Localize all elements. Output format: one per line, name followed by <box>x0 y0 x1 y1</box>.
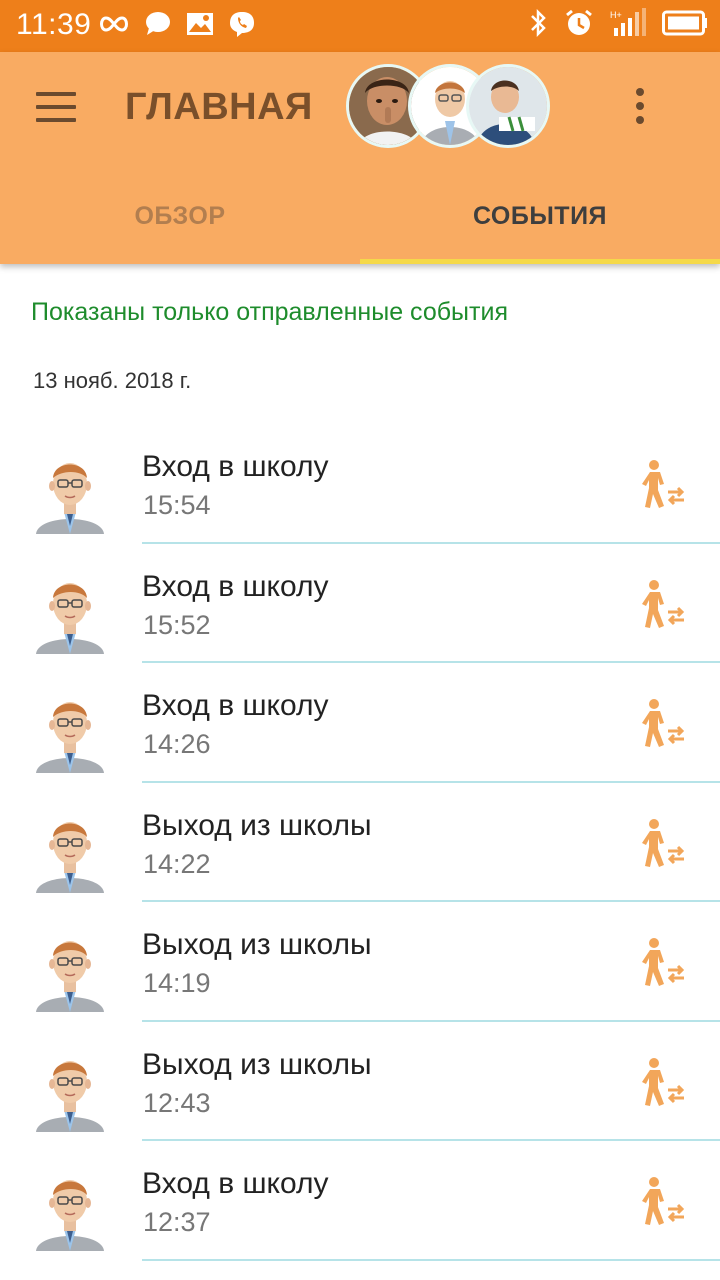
date-header: 13 нояб. 2018 г. <box>33 368 192 393</box>
event-row[interactable]: Вход в школу 15:54 <box>0 424 720 544</box>
page-title: ГЛАВНАЯ <box>125 86 313 128</box>
child-avatar <box>34 454 106 534</box>
event-row[interactable]: Вход в школу 14:26 <box>0 663 720 783</box>
signal-icon: H+ <box>610 8 646 36</box>
event-time: 12:37 <box>143 1207 211 1237</box>
svg-text:H+: H+ <box>610 10 622 20</box>
active-tab-indicator <box>360 259 720 264</box>
event-row[interactable]: Выход из школы 14:22 <box>0 783 720 902</box>
walking-person-transfer-icon <box>640 699 688 749</box>
event-title: Выход из школы <box>142 1047 372 1081</box>
event-row[interactable]: Выход из школы 14:19 <box>0 902 720 1022</box>
event-title: Вход в школу <box>142 450 329 483</box>
event-time: 12:43 <box>143 1087 211 1118</box>
tab-overview[interactable]: ОБЗОР <box>0 192 360 264</box>
walking-person-transfer-icon <box>640 818 688 869</box>
event-title: Вход в школу <box>142 569 329 603</box>
app-bar: ГЛАВНАЯ ОБЗОР СОБЫТИЯ <box>0 52 720 264</box>
event-row[interactable]: Вход в школу 12:37 <box>0 1141 720 1261</box>
row-divider <box>142 1258 720 1261</box>
child-avatar <box>34 1171 106 1251</box>
alarm-icon <box>566 9 592 35</box>
bluetooth-icon <box>531 8 546 38</box>
viber-icon <box>230 12 254 37</box>
status-time: 11:39 <box>16 8 92 41</box>
event-time: 15:54 <box>143 490 211 520</box>
event-title: Выход из школы <box>142 928 372 961</box>
child-avatar <box>34 1052 106 1132</box>
walking-person-transfer-icon <box>640 460 688 510</box>
event-title: Выход из школы <box>142 808 372 842</box>
walking-person-transfer-icon <box>640 579 688 630</box>
status-right-icons: H+ <box>528 8 708 38</box>
walking-person-transfer-icon <box>640 938 688 988</box>
event-list: Вход в школу 15:54 Вход в школу 15:52 Вх… <box>0 424 720 1261</box>
event-time: 14:22 <box>143 848 211 879</box>
child-avatar <box>34 693 106 773</box>
child-avatar <box>34 574 106 654</box>
filter-notice: Показаны только отправленные события <box>31 298 508 326</box>
walking-person-transfer-icon <box>640 1057 688 1108</box>
status-left-icons <box>98 10 256 38</box>
menu-icon[interactable] <box>36 92 76 122</box>
image-icon <box>187 13 213 35</box>
event-title: Вход в школу <box>142 689 329 722</box>
child-avatar <box>34 932 106 1012</box>
child-avatar-3[interactable] <box>466 64 550 148</box>
chat-bubble-icon <box>146 12 170 35</box>
event-time: 14:26 <box>143 729 211 759</box>
event-title: Вход в школу <box>142 1167 329 1200</box>
more-options-icon[interactable] <box>632 88 648 128</box>
event-time: 15:52 <box>143 609 211 640</box>
child-avatar <box>34 813 106 893</box>
battery-icon <box>662 10 707 36</box>
children-avatars[interactable] <box>346 64 550 148</box>
infinity-icon <box>100 16 128 32</box>
event-row[interactable]: Выход из школы 12:43 <box>0 1022 720 1141</box>
event-time: 14:19 <box>143 968 211 998</box>
event-row[interactable]: Вход в школу 15:52 <box>0 544 720 663</box>
tab-events[interactable]: СОБЫТИЯ <box>360 192 720 264</box>
status-bar: 11:39 H+ <box>0 0 720 52</box>
walking-person-transfer-icon <box>640 1177 688 1227</box>
